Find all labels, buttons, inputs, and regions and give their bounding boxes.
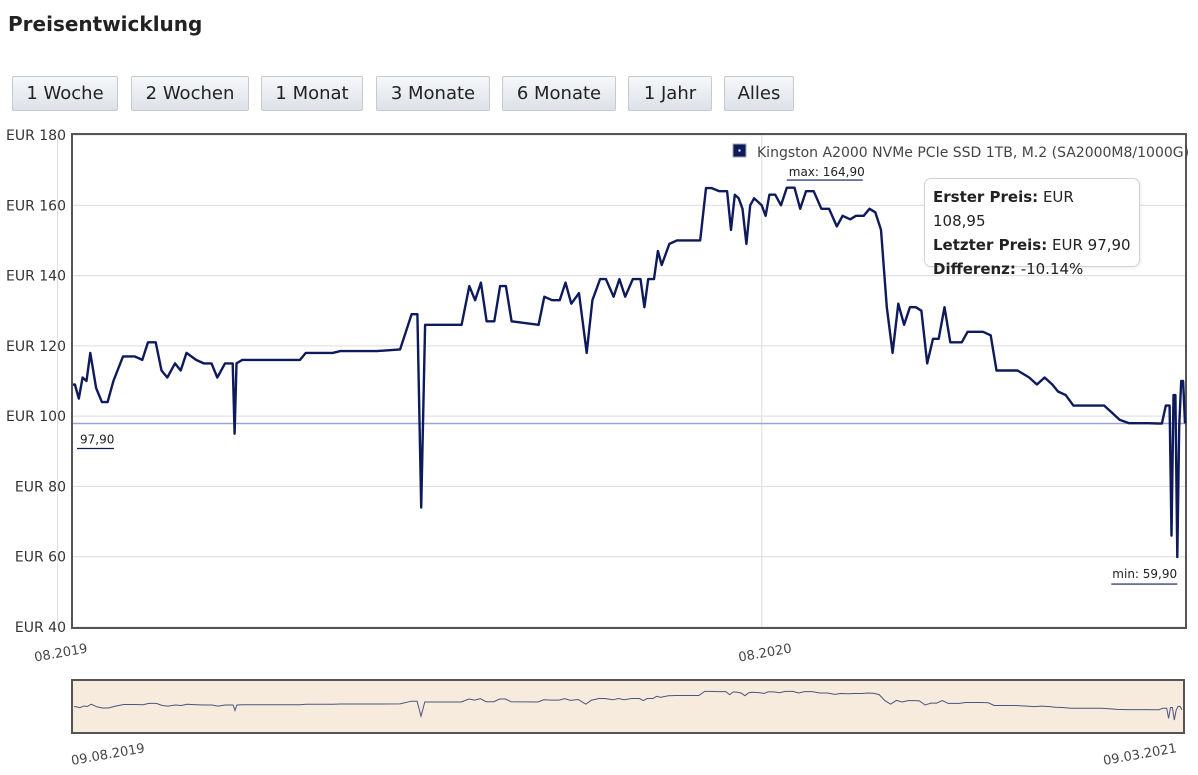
y-tick-label: EUR 60 (15, 550, 66, 566)
price-chart: EUR 180 EUR 160 EUR 140 EUR 120 EUR 100 EUR 8… (6, 128, 1189, 769)
y-axis: EUR 180 EUR 160 EUR 140 EUR 120 EUR 100 EUR 8… (6, 128, 66, 636)
max-annotation: max: 164,90 (786, 165, 865, 181)
x-axis: 08.2019 08.2020 (33, 641, 793, 665)
min-annotation-label: min: 59,90 (1112, 567, 1177, 581)
y-tick-label: EUR 180 (6, 128, 66, 144)
first-price-label: Erster Preis: (933, 188, 1039, 206)
y-tick-label: EUR 160 (6, 198, 66, 214)
y-tick-label: EUR 40 (15, 620, 66, 636)
navigator-end-label: 09.03.2021 (1102, 741, 1178, 769)
y-tick-label: EUR 100 (6, 409, 66, 425)
y-tick-label: EUR 140 (6, 269, 66, 285)
min-annotation: min: 59,90 (1111, 567, 1178, 585)
last-price-value: EUR 97,90 (1052, 236, 1131, 254)
last-price-row: Letzter Preis: EUR 97,90 (933, 233, 1131, 257)
x-tick-label: 08.2020 (737, 641, 793, 665)
navigator-start-label: 09.08.2019 (70, 741, 146, 769)
difference-value: -10.14% (1020, 260, 1084, 278)
y-tick-label: EUR 80 (15, 479, 66, 495)
max-annotation-label: max: 164,90 (789, 165, 865, 179)
last-price-annotation: 97,90 (77, 433, 114, 450)
first-price-row: Erster Preis: EUR 108,95 (933, 185, 1131, 233)
legend[interactable]: Kingston A2000 NVMe PCIe SSD 1TB, M.2 (S… (732, 143, 1189, 161)
last-price-annotation-label: 97,90 (80, 433, 114, 447)
x-tick-label: 08.2019 (33, 641, 89, 665)
last-price-label: Letzter Preis: (933, 236, 1048, 254)
difference-label: Differenz: (933, 260, 1016, 278)
price-summary-tooltip: Erster Preis: EUR 108,95 Letzter Preis: … (924, 178, 1140, 278)
legend-swatch-marker (738, 149, 741, 152)
y-tick-label: EUR 120 (6, 339, 66, 355)
navigator-background[interactable] (71, 679, 1185, 734)
legend-entry-label[interactable]: Kingston A2000 NVMe PCIe SSD 1TB, M.2 (S… (757, 145, 1189, 161)
difference-row: Differenz: -10.14% (933, 257, 1131, 281)
